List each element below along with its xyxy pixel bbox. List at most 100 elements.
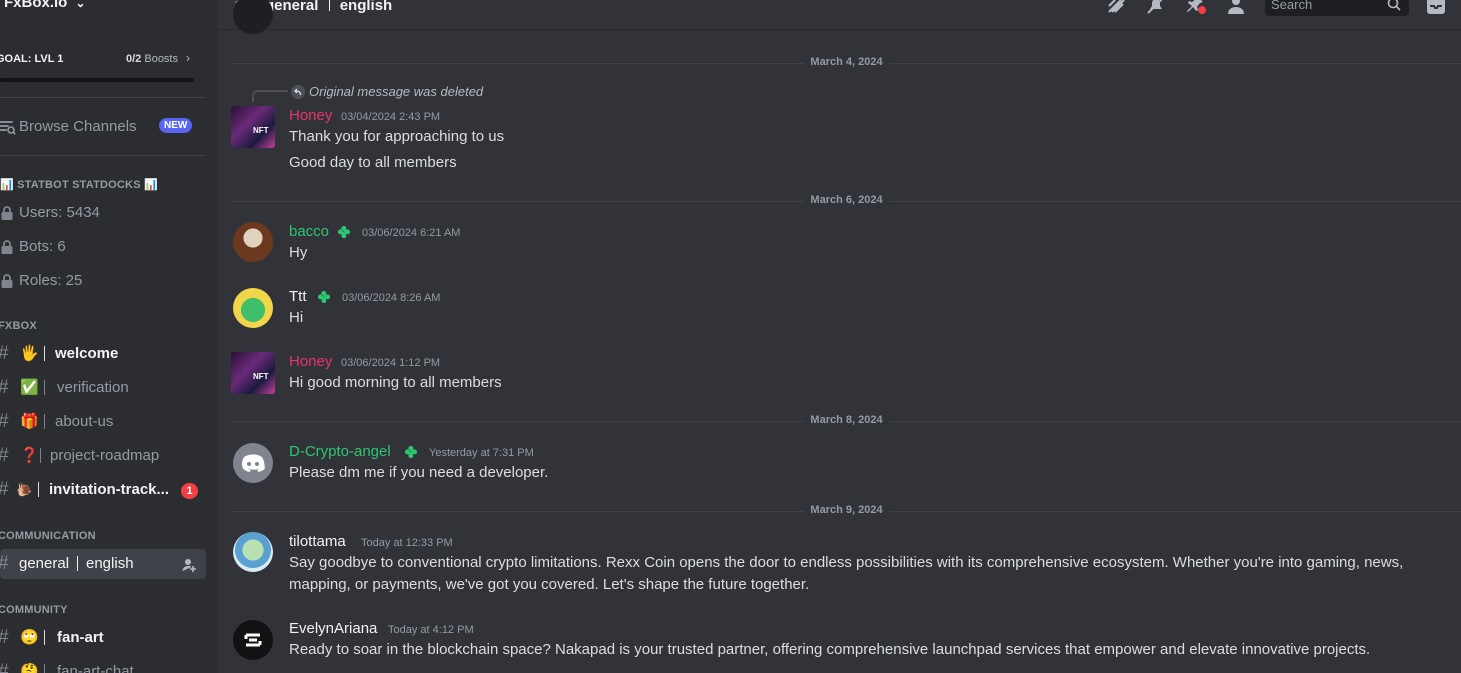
- discord-app: FxBox.io ⌄ GOAL: LVL 1 0/2 Boosts › Brow…: [0, 0, 1461, 673]
- avatar[interactable]: [233, 532, 273, 572]
- channel-emoji: 🤔: [20, 663, 39, 673]
- locked-channel-label: Bots: 6: [19, 238, 66, 255]
- new-badge: NEW: [159, 118, 193, 133]
- message-content: Please dm me if you need a developer.: [289, 464, 549, 481]
- date-label: March 8, 2024: [804, 414, 889, 426]
- message-author[interactable]: D-Crypto-angel: [289, 443, 391, 460]
- divider: [0, 155, 206, 156]
- channel-sidebar: FxBox.io ⌄ GOAL: LVL 1 0/2 Boosts › Brow…: [0, 0, 217, 673]
- channel-emoji: 🐌: [16, 482, 33, 497]
- locked-channel-bots[interactable]: Bots: 6: [0, 236, 206, 258]
- avatar-logo-icon: [244, 633, 262, 647]
- category-community[interactable]: COMMUNITY: [0, 604, 68, 616]
- boost-count: 0/2 Boosts: [126, 53, 178, 65]
- avatar[interactable]: [233, 222, 273, 262]
- channel-name: welcome: [55, 345, 119, 362]
- message-timestamp: 03/06/2024 8:26 AM: [342, 292, 441, 304]
- channel-project-roadmap[interactable]: # ❓ project-roadmap: [0, 441, 206, 471]
- channel-emoji: ✅: [20, 379, 39, 396]
- reply-icon: [291, 85, 305, 99]
- add-member-icon[interactable]: [181, 557, 197, 573]
- server-name: FxBox.io: [4, 0, 68, 11]
- message-content: Say goodbye to conventional crypto limit…: [289, 554, 1404, 571]
- reply-connector: [252, 90, 288, 102]
- separator: [44, 414, 45, 429]
- channel-header: # general english: [217, 0, 1461, 17]
- message-content: Thank you for approaching to us: [289, 128, 505, 145]
- locked-channel-roles[interactable]: Roles: 25: [0, 270, 206, 292]
- channel-fan-art[interactable]: # 🙄 fan-art: [0, 623, 206, 653]
- date-label: March 9, 2024: [804, 504, 889, 516]
- message-list: March 4, 2024 Original message was delet…: [217, 0, 1461, 673]
- search-box[interactable]: [1265, 0, 1409, 16]
- message-author[interactable]: Honey: [289, 353, 332, 370]
- message-author[interactable]: Ttt: [289, 288, 307, 305]
- channel-emoji: ❓: [20, 447, 39, 464]
- channel-verification[interactable]: # ✅ verification: [0, 373, 206, 403]
- chevron-down-icon: ⌄: [75, 0, 86, 10]
- category-communication[interactable]: COMMUNICATION: [0, 530, 96, 542]
- message-content: Hi: [289, 309, 304, 326]
- channel-name: fan-art-chat: [57, 663, 134, 673]
- channel-name: verification: [57, 379, 129, 396]
- chevron-right-icon: ›: [186, 51, 190, 65]
- reply-text: Original message was deleted: [309, 84, 484, 99]
- message-author[interactable]: tilottama: [289, 533, 346, 550]
- avatar-nft[interactable]: NFT: [231, 352, 275, 394]
- category-statbot[interactable]: 📊 STATBOT STATDOCKS 📊: [0, 178, 158, 191]
- message-author[interactable]: EvelynAriana: [289, 620, 377, 637]
- category-fxbox[interactable]: FXBOX: [0, 320, 37, 332]
- channel-name: invitation-track...: [49, 481, 170, 498]
- date-label: March 4, 2024: [804, 56, 889, 68]
- message-timestamp: 03/06/2024 1:12 PM: [341, 357, 441, 369]
- discord-logo-icon: [241, 454, 265, 472]
- avatar[interactable]: [233, 288, 273, 328]
- server-name-button[interactable]: FxBox.io ⌄: [4, 0, 86, 11]
- message-content: Hy: [289, 244, 308, 261]
- avatar-nft[interactable]: NFT: [231, 106, 275, 148]
- avatar[interactable]: [233, 620, 273, 660]
- message-content: mapping, or payments, we've got you cove…: [289, 576, 810, 593]
- locked-channel-users[interactable]: Users: 5434: [0, 202, 206, 224]
- channel-name: project-roadmap: [50, 447, 160, 464]
- channel-fan-art-chat[interactable]: # 🤔 fan-art-chat: [0, 657, 206, 673]
- separator: [44, 664, 45, 673]
- channel-emoji: 🖐: [20, 345, 39, 362]
- avatar-text: NFT: [253, 126, 269, 135]
- browse-channels-button[interactable]: Browse Channels NEW: [0, 116, 206, 138]
- search-input[interactable]: [1271, 0, 1381, 12]
- members-icon[interactable]: [1225, 0, 1247, 16]
- avatar-default[interactable]: [233, 443, 273, 483]
- channel-about-us[interactable]: # 🎁 about-us: [0, 407, 206, 437]
- hash-icon: #: [0, 411, 9, 433]
- threads-icon[interactable]: [1105, 0, 1127, 16]
- clover-badge-icon: [338, 226, 350, 238]
- inbox-icon[interactable]: [1425, 0, 1447, 16]
- channel-title: general english: [265, 0, 393, 14]
- message-author[interactable]: bacco: [289, 223, 329, 240]
- divider: [0, 97, 206, 98]
- channel-name: fan-art: [57, 629, 104, 646]
- hash-icon: #: [0, 661, 9, 673]
- date-divider: March 9, 2024: [232, 504, 1461, 516]
- channel-emoji: 🎁: [20, 413, 39, 430]
- separator: [44, 630, 45, 645]
- channel-name-sub: english: [86, 555, 134, 572]
- channel-welcome[interactable]: # 🖐 welcome: [0, 339, 206, 369]
- mute-bell-icon[interactable]: [1145, 0, 1167, 16]
- hash-icon: #: [0, 553, 9, 575]
- message-author[interactable]: Honey: [289, 107, 332, 124]
- browse-channels-label: Browse Channels: [19, 118, 137, 135]
- lock-icon: [1, 206, 13, 220]
- clover-badge-icon: [405, 446, 417, 458]
- separator: [44, 380, 45, 395]
- channel-general-english[interactable]: # general english: [0, 549, 206, 579]
- message-content: Good day to all members: [289, 154, 457, 171]
- locked-channel-label: Users: 5434: [19, 204, 100, 221]
- avatar-text: NFT: [253, 372, 269, 381]
- date-divider: March 6, 2024: [232, 194, 1461, 206]
- pin-icon[interactable]: [1185, 0, 1207, 16]
- message-timestamp: Today at 12:33 PM: [361, 537, 453, 549]
- channel-invitation-tracker[interactable]: # 🐌 invitation-track... 1: [0, 475, 206, 505]
- message-timestamp: Yesterday at 7:31 PM: [429, 447, 534, 459]
